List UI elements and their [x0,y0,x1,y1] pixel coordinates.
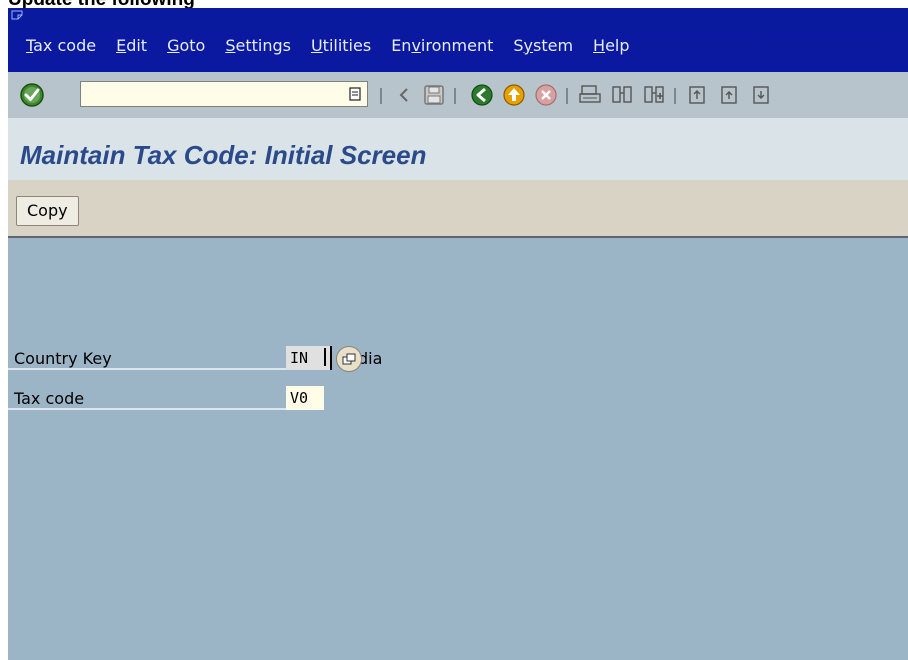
command-field[interactable] [80,81,368,107]
application-toolbar: Copy [8,180,908,238]
command-history-icon[interactable] [342,81,368,107]
print-icon[interactable] [576,81,604,109]
standard-toolbar [8,72,908,119]
next-page-icon[interactable] [748,81,776,109]
country-key-label: Country Key [8,348,286,370]
cancel-icon[interactable] [532,81,560,109]
screen-title: Maintain Tax Code: Initial Screen [20,140,427,170]
copy-button[interactable]: Copy [16,196,79,226]
country-key-row: Country Key IN dia [8,346,908,372]
prev-page-icon[interactable] [716,81,744,109]
find-icon[interactable] [608,81,636,109]
menu-bar: Tax code Edit Goto Settings Utilities En… [8,8,908,72]
exit-up-icon[interactable] [500,81,528,109]
system-menu-icon[interactable] [11,10,23,20]
find-next-icon[interactable] [640,81,668,109]
content-area: Country Key IN dia Tax code V0 [8,238,908,660]
menu-system[interactable]: System [513,36,573,55]
enter-check-icon[interactable] [18,81,46,109]
back-green-icon[interactable] [468,81,496,109]
value-help-icon[interactable] [336,346,362,372]
menu-edit[interactable]: Edit [116,36,147,55]
menu-help[interactable]: Help [593,36,629,55]
menu-tax-code[interactable]: Tax code [26,36,96,55]
text-cursor [324,348,326,366]
menu-goto[interactable]: Goto [167,36,205,55]
title-bar: Maintain Tax Code: Initial Screen [8,118,908,181]
menu-settings[interactable]: Settings [225,36,291,55]
first-page-icon[interactable] [684,81,712,109]
tax-code-label: Tax code [8,388,286,410]
tax-code-input[interactable]: V0 [286,386,324,410]
menu-items: Tax code Edit Goto Settings Utilities En… [26,36,650,55]
tax-code-row: Tax code V0 [8,386,908,410]
sap-window: Tax code Edit Goto Settings Utilities En… [8,8,908,660]
menu-utilities[interactable]: Utilities [311,36,371,55]
back-arrow-icon[interactable] [390,81,418,109]
menu-environment[interactable]: Environment [391,36,493,55]
save-icon[interactable] [420,81,448,109]
